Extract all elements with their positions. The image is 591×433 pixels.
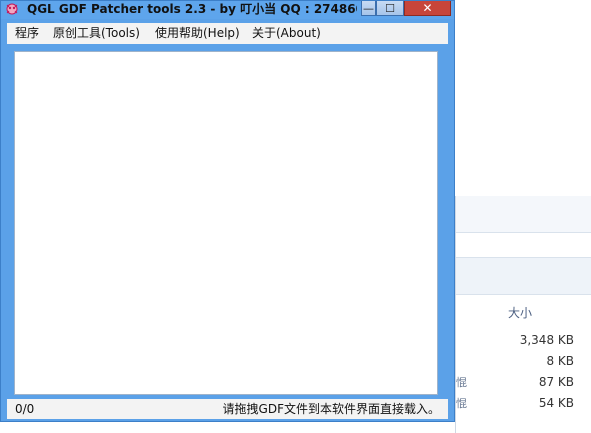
background-explorer-window: 大小 3,348 KB 8 KB 87 KB 54 KB 惃 惃 [455, 196, 591, 433]
minimize-icon: — [363, 1, 374, 15]
window-title: QGL GDF Patcher tools 2.3 - by 叮小当 QQ : … [27, 2, 357, 16]
close-button[interactable]: ✕ [404, 1, 451, 16]
close-icon: ✕ [422, 0, 433, 15]
minimize-button[interactable]: — [361, 1, 376, 16]
maximize-button[interactable]: ☐ [376, 1, 404, 16]
explorer-column-header-bar [456, 258, 591, 295]
status-bar: 0/0 请拖拽GDF文件到本软件界面直接载入。 [7, 399, 448, 419]
menu-help[interactable]: 使用帮助(Help) [155, 23, 240, 44]
drop-hint: 请拖拽GDF文件到本软件界面直接载入。 [222, 402, 440, 416]
file-name-fragment: 惃 [456, 397, 467, 410]
menu-about[interactable]: 关于(About) [252, 23, 321, 44]
file-size-cell: 87 KB [538, 375, 574, 389]
file-size-cell: 3,348 KB [519, 333, 574, 347]
title-bar[interactable]: QGL GDF Patcher tools 2.3 - by 叮小当 QQ : … [1, 1, 454, 19]
file-size-cell: 54 KB [538, 396, 574, 410]
menu-tools[interactable]: 原创工具(Tools) [53, 23, 140, 44]
maximize-icon: ☐ [385, 1, 395, 15]
main-window: QGL GDF Patcher tools 2.3 - by 叮小当 QQ : … [0, 0, 455, 422]
column-header-size[interactable]: 大小 [508, 304, 532, 321]
app-icon [6, 3, 18, 15]
file-size-cell: 8 KB [546, 354, 574, 368]
file-drop-area[interactable] [14, 51, 438, 395]
file-name-fragment: 惃 [456, 376, 467, 389]
explorer-toolbar [456, 233, 591, 258]
menu-program[interactable]: 程序 [15, 23, 39, 44]
progress-counter: 0/0 [15, 402, 35, 416]
explorer-address-bar [456, 196, 591, 233]
menu-bar: 程序 原创工具(Tools) 使用帮助(Help) 关于(About) [7, 23, 448, 44]
